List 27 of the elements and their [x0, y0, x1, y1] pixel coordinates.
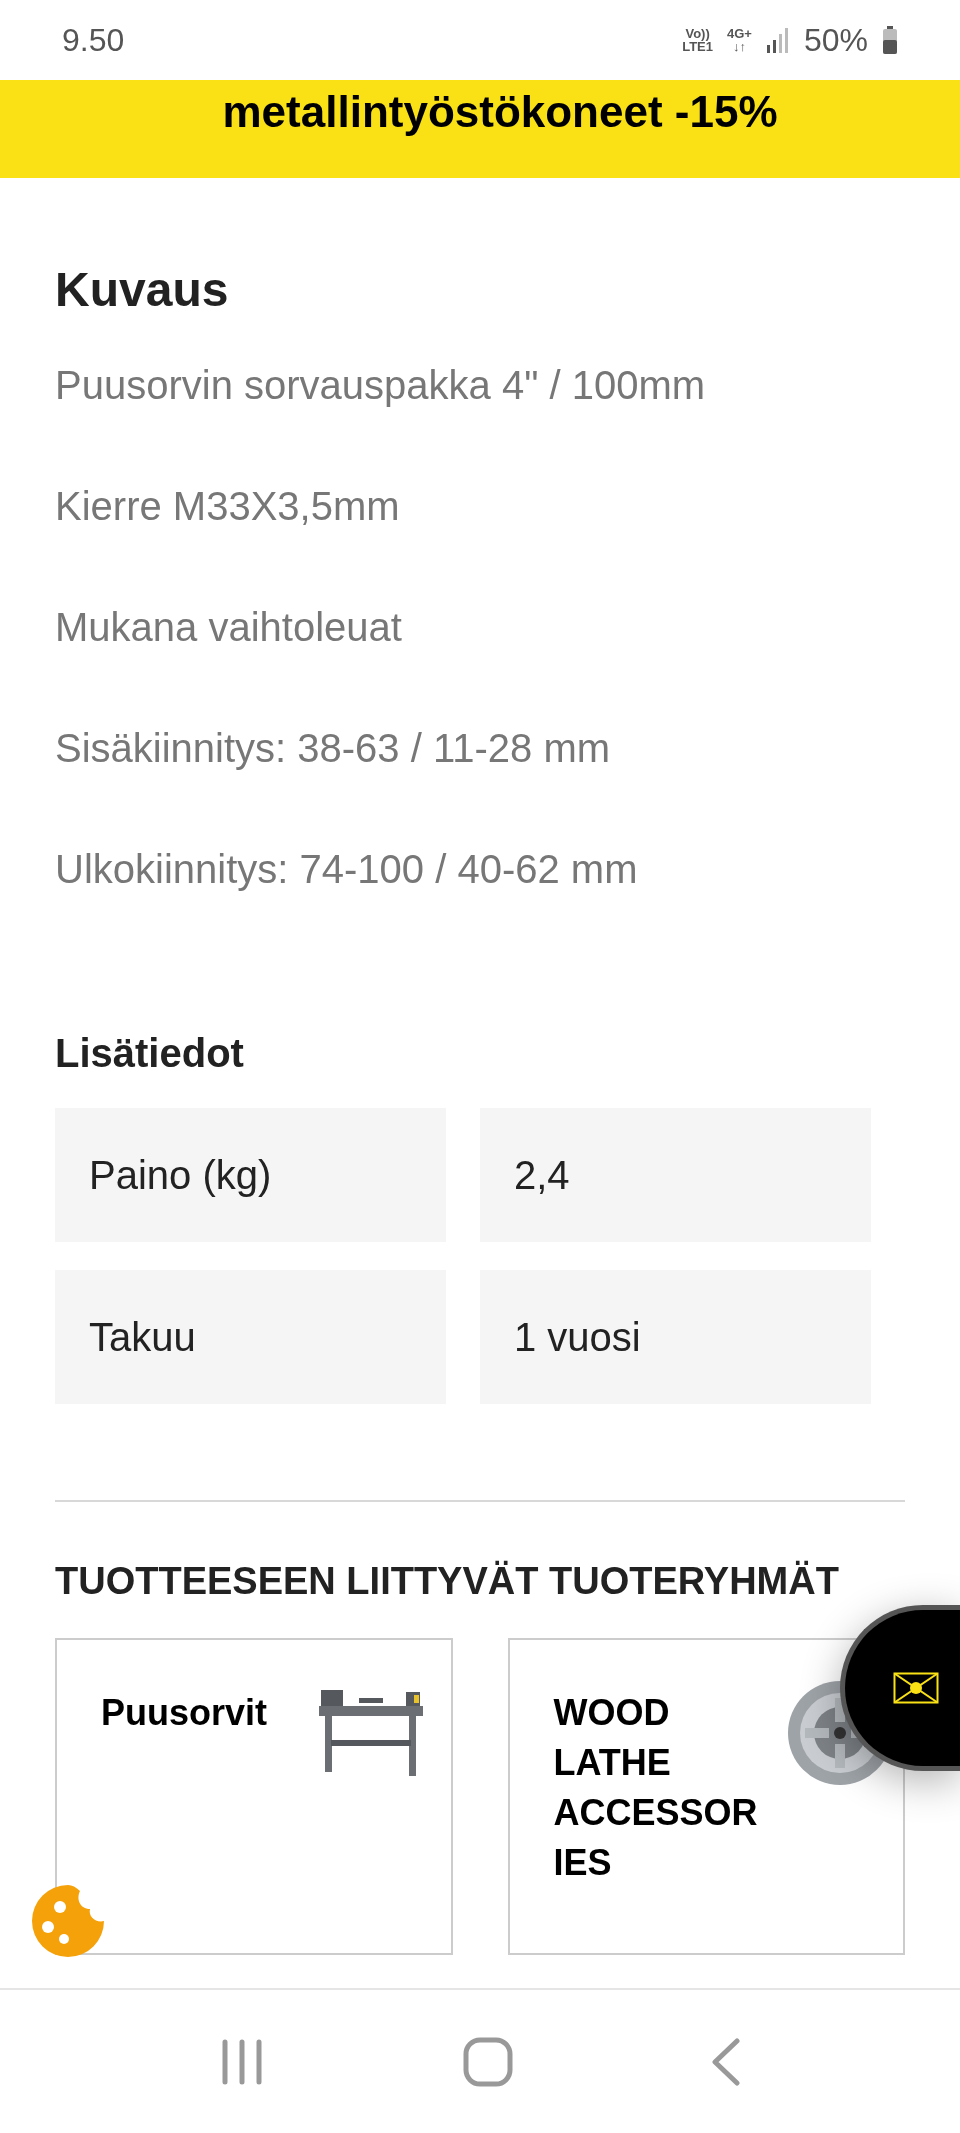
battery-icon	[882, 26, 898, 54]
promo-text: metallintyöstökoneet -15%	[221, 86, 778, 138]
home-icon[interactable]	[463, 2036, 513, 2087]
category-card[interactable]: Puusorvit	[55, 1638, 453, 1955]
category-card[interactable]: WOOD LATHE ACCESSOR IES	[507, 1638, 905, 1955]
signal-icon	[765, 27, 790, 53]
cookie-icon[interactable]	[30, 1883, 106, 1959]
description-text: Puusorvin sorvauspakka 4" / 100mm	[55, 362, 707, 409]
description-text: Kierre M33X3,5mm	[55, 483, 401, 530]
section-title: Kuvaus	[55, 262, 230, 318]
data-indicator: 4G+ ↓↑	[727, 27, 752, 53]
table-cell: Paino (kg)	[55, 1108, 446, 1242]
description-text: Sisäkiinnitys: 38-63 / 11-28 mm	[55, 725, 612, 772]
section-title: TUOTTEESEEN LIITTYVÄT TUOTERYHMÄT	[55, 1559, 840, 1604]
mail-button[interactable]	[840, 1605, 960, 1771]
section-title: Lisätiedot	[55, 1030, 245, 1077]
table-cell: Takuu	[55, 1270, 446, 1404]
table-cell: 2,4	[480, 1108, 871, 1242]
description-text: Mukana vaihtoleuat	[55, 604, 403, 651]
battery-percentage: 50%	[803, 21, 868, 60]
mail-icon	[893, 1672, 939, 1704]
clock: 9.50	[62, 21, 125, 60]
volte-indicator: Vo)) LTE1	[682, 27, 713, 53]
back-icon[interactable]	[711, 2037, 741, 2086]
category-title: Puusorvit	[101, 1691, 269, 1735]
table-cell: 1 vuosi	[480, 1270, 871, 1404]
description-text: Ulkokiinnitys: 74-100 / 40-62 mm	[55, 846, 639, 893]
